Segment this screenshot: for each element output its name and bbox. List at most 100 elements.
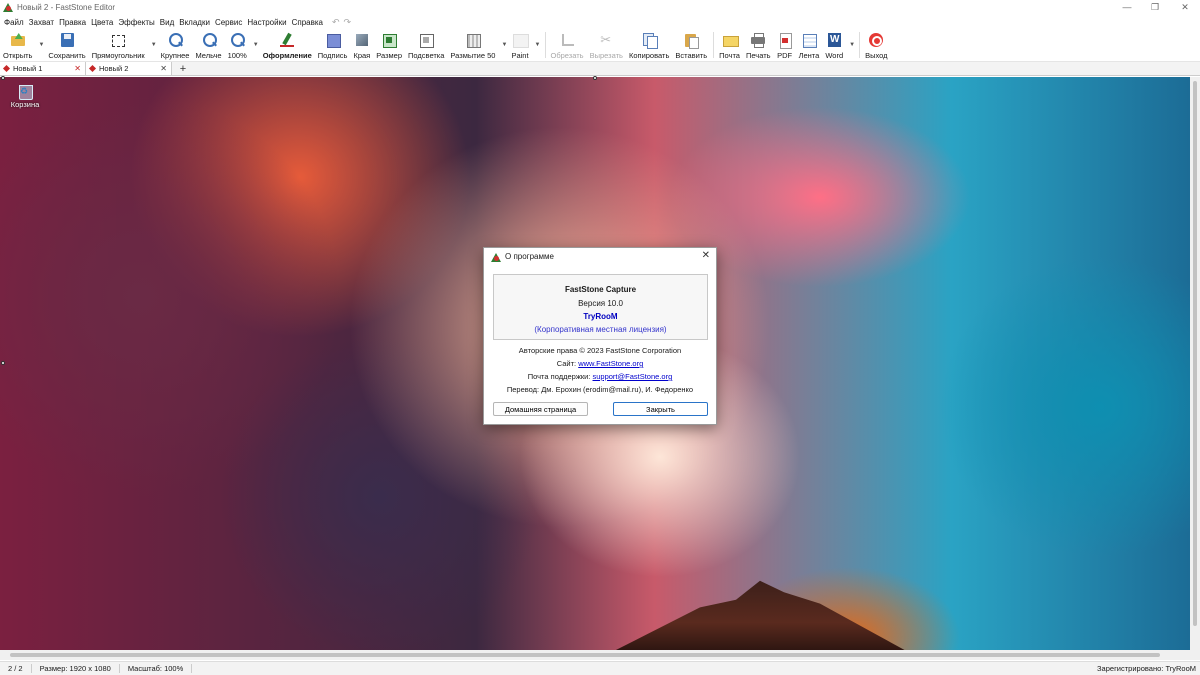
mountain-peak [610,580,910,650]
menu-bar: Файл Захват Правка Цвета Эффекты Вид Вкл… [0,16,1200,28]
save-label: Сохранить [48,51,86,60]
caption-button[interactable]: Подпись [318,30,347,60]
menu-service[interactable]: Сервис [215,18,242,27]
paint-icon [512,32,529,48]
site-label: Сайт: [556,359,577,368]
site-line: Сайт: www.FastStone.org [484,359,716,368]
resize-handle-top-left[interactable] [1,76,5,80]
toolbar-divider [713,32,715,58]
horizontal-scrollbar[interactable] [0,650,1200,660]
floppy-disk-icon [59,32,75,47]
envelope-icon [722,32,739,47]
title-bar: Новый 2 - FastStone Editor — ❐ ✕ [0,0,1200,14]
copy-icon [641,32,659,49]
save-button[interactable]: Сохранить [48,30,86,60]
zoom-out-button[interactable]: Мельче [195,30,222,60]
edge-button[interactable]: Края [353,30,370,60]
status-registered: Зарегистрировано: TryRooM [1097,664,1196,673]
paste-button[interactable]: Вставить [675,30,707,60]
exit-label: Выход [865,51,888,60]
zoom-100-button[interactable]: 100% [228,30,247,60]
close-window-button[interactable]: ✕ [1170,0,1200,14]
resize-handle-left[interactable] [1,361,5,365]
open-label: Открыть [3,51,33,60]
menu-view[interactable]: Вид [160,18,174,27]
minimize-button[interactable]: — [1112,0,1142,14]
translation-credits: Перевод: Дм. Ерохин (erodim@mail.ru), И.… [506,385,694,394]
horizontal-scroll-thumb[interactable] [10,653,1160,657]
blur-dropdown-icon[interactable]: ▼ [501,42,507,48]
tab-new-2[interactable]: Новый 2 ✕ [86,62,172,75]
pdf-button[interactable]: PDF [777,30,793,60]
vertical-scrollbar[interactable] [1190,77,1200,650]
open-button[interactable]: Открыть [3,30,32,60]
blur-button[interactable]: Размытие 50 [450,30,495,60]
spotlight-label: Подсветка [408,51,445,60]
crop-button[interactable]: Обрезать [551,30,584,60]
maximize-button[interactable]: ❐ [1140,0,1170,14]
draw-button[interactable]: Оформление [263,30,312,60]
scissors-icon [598,32,614,48]
menu-effects[interactable]: Эффекты [118,18,154,27]
homepage-button[interactable]: Домашняя страница [493,402,588,416]
resize-button[interactable]: Размер [376,30,402,60]
close-tab-icon[interactable]: ✕ [160,64,167,73]
tab-label: Новый 2 [99,64,129,73]
rectangle-dropdown-icon[interactable]: ▼ [151,42,157,48]
exit-button[interactable]: Выход [865,30,888,60]
word-dropdown-icon[interactable]: ▼ [849,42,855,48]
tab-new-1[interactable]: Новый 1 ✕ [0,62,86,75]
dialog-close-icon[interactable]: ✕ [702,250,710,261]
add-tab-button[interactable]: + [172,62,194,75]
zoom-in-button[interactable]: Крупнее [161,30,189,60]
recycle-bin-shortcut: Корзина [8,82,42,109]
menu-edit[interactable]: Правка [59,18,86,27]
menu-capture[interactable]: Захват [29,18,54,27]
about-dialog: О программе ✕ FastStone Capture Версия 1… [483,247,717,425]
undo-icon[interactable]: ↶ [332,17,340,28]
print-button[interactable]: Печать [746,30,771,60]
close-tab-icon[interactable]: ✕ [74,64,81,73]
toolbar-divider [544,32,546,58]
paste-label: Вставить [675,51,708,60]
rectangle-button[interactable]: Прямоугольник [92,30,145,60]
resize-handle-top[interactable] [593,76,597,80]
menu-tabs[interactable]: Вкладки [179,18,210,27]
copyright-text: Авторские права © 2023 FastStone Corpora… [518,346,682,355]
licensed-user: TryRooM [583,312,618,321]
copy-button[interactable]: Копировать [629,30,669,60]
pdf-label: PDF [777,51,793,60]
status-bar: 2 / 2 Размер: 1920 x 1080 Масштаб: 100% … [0,661,1200,675]
menu-colors[interactable]: Цвета [91,18,113,27]
ribbon-button[interactable]: Лента [799,30,819,60]
support-email-link[interactable]: support@FastStone.org [593,372,673,381]
resize-icon [381,32,398,48]
zoom-dropdown-icon[interactable]: ▼ [253,42,259,48]
email-button[interactable]: Почта [719,30,740,60]
paint-dropdown-icon[interactable]: ▼ [535,42,541,48]
word-button[interactable]: Word [825,30,843,60]
cut-button[interactable]: Вырезать [590,30,623,60]
redo-icon[interactable]: ↷ [344,17,352,28]
power-icon [868,32,884,47]
toolbar-divider [859,32,861,58]
product-version: Версия 10.0 [578,299,623,308]
open-dropdown-icon[interactable]: ▼ [38,42,44,48]
print-label: Печать [745,51,771,60]
spotlight-button[interactable]: Подсветка [408,30,444,60]
site-link[interactable]: www.FastStone.org [578,359,643,368]
menu-file[interactable]: Файл [4,18,24,27]
zoom-100-label: 100% [227,51,247,60]
menu-help[interactable]: Справка [292,18,323,27]
tab-marker-icon [2,64,11,73]
paint-button[interactable]: Paint [511,30,529,60]
edge-icon [354,32,370,47]
vertical-scroll-thumb[interactable] [1193,81,1197,626]
draw-pen-icon [279,32,295,47]
menu-settings[interactable]: Настройки [247,18,286,27]
spotlight-icon [418,32,435,48]
status-scale: Масштаб: 100% [120,664,193,673]
crop-label: Обрезать [550,51,584,60]
close-dialog-button[interactable]: Закрыть [613,402,708,416]
draw-label: Оформление [262,51,312,60]
